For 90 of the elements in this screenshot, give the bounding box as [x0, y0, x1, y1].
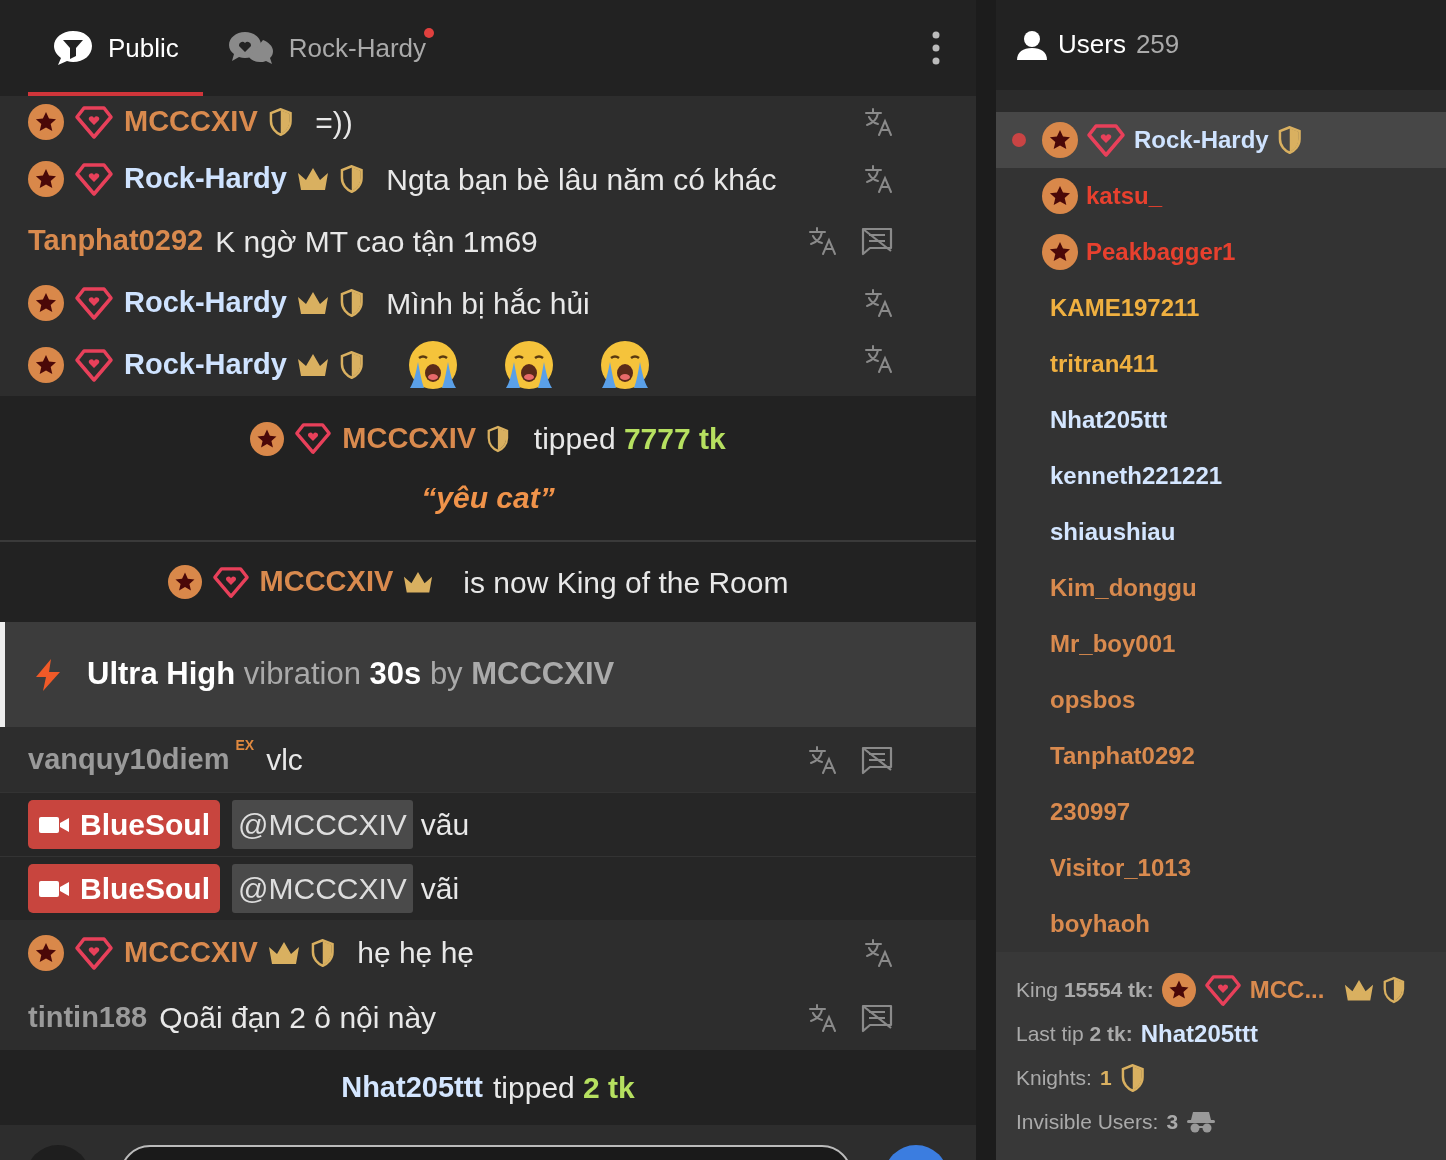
last-tip-label: Last tip 2 tk:: [1016, 1021, 1133, 1048]
tip-text: tipped 7777 tk: [533, 421, 726, 457]
user-list-item[interactable]: Peakbagger1: [996, 224, 1446, 280]
translate-icon[interactable]: [864, 164, 894, 194]
user-list-item[interactable]: katsu_: [996, 168, 1446, 224]
users-title: Users: [1058, 28, 1126, 62]
tip-note: “yêu cat”: [421, 480, 555, 516]
user-list-item[interactable]: tritran411: [996, 336, 1446, 392]
user-list-item[interactable]: opsbos: [996, 672, 1446, 728]
user-name[interactable]: MCCCXIV: [124, 100, 258, 144]
message-text: hẹ hẹ hẹ: [357, 935, 474, 971]
user-name[interactable]: shiaushiau: [1050, 514, 1176, 550]
user-name[interactable]: Peakbagger1: [1086, 234, 1236, 270]
user-name[interactable]: Tanphat0292: [28, 219, 204, 263]
knights-label: Knights:: [1016, 1065, 1092, 1092]
user-name[interactable]: Nhat205ttt: [341, 1065, 483, 1110]
user-name[interactable]: Rock-Hardy: [124, 157, 287, 201]
private-chat-icon: [226, 30, 275, 66]
user-name[interactable]: KAME197211: [1050, 290, 1200, 326]
shield-icon: [1119, 1063, 1146, 1093]
user-name[interactable]: vanquy10diem: [28, 737, 230, 782]
broadcaster-name[interactable]: BlueSoul: [28, 864, 220, 913]
vibration-text: Ultra High vibration 30s by MCCCXIV: [87, 655, 615, 694]
message-text: vãu: [420, 807, 470, 843]
users-count: 259: [1135, 28, 1180, 62]
user-name[interactable]: MCCCXIV: [259, 560, 394, 604]
user-name[interactable]: Mr_boy001: [1050, 626, 1176, 662]
user-name[interactable]: tritran411: [1050, 346, 1159, 382]
user-list-item[interactable]: Tanphat0292: [996, 728, 1446, 784]
invisible-users-count: 3: [1166, 1109, 1179, 1136]
mention-tag[interactable]: @MCCCXIV: [232, 800, 413, 849]
user-name[interactable]: Rock-Hardy: [124, 281, 287, 325]
translate-icon[interactable]: [808, 1002, 838, 1033]
user-list-item[interactable]: kenneth221221: [996, 448, 1446, 504]
message-text: Ngta bạn bè lâu năm có khác: [386, 161, 777, 198]
chat-tab[interactable]: Public: [28, 0, 203, 96]
user-name[interactable]: kenneth221221: [1050, 458, 1223, 494]
lightning-icon: [33, 657, 63, 692]
message-text: Qoãi đạn 2 ô nội này: [159, 1000, 437, 1036]
message-text: Mình bị hắc hủi: [386, 285, 590, 322]
user-list-item[interactable]: shiaushiau: [996, 504, 1446, 560]
user-name[interactable]: tintin188: [28, 995, 148, 1040]
translate-icon[interactable]: [864, 288, 894, 318]
user-name[interactable]: boyhaoh: [1050, 906, 1150, 942]
user-name[interactable]: Rock-Hardy: [1134, 122, 1269, 158]
tip-text: tipped 2 tk: [493, 1070, 635, 1106]
broadcaster-name[interactable]: BlueSoul: [28, 800, 220, 849]
hide-message-icon[interactable]: [860, 226, 894, 256]
user-name[interactable]: katsu_: [1086, 178, 1163, 214]
translate-icon[interactable]: [864, 937, 894, 968]
user-list-item[interactable]: Kim_donggu: [996, 560, 1446, 616]
incognito-icon: [1186, 1110, 1217, 1134]
user-name[interactable]: Nhat205ttt: [1050, 402, 1168, 438]
user-list-item[interactable]: Rock-Hardy: [996, 112, 1446, 168]
public-chat-icon: [52, 29, 94, 67]
translate-icon[interactable]: [808, 744, 838, 775]
mention-tag[interactable]: @MCCCXIV: [232, 864, 413, 913]
translate-icon[interactable]: [864, 107, 894, 137]
user-name[interactable]: MCCCXIV: [124, 930, 258, 975]
user-list-item[interactable]: Nhat205ttt: [996, 392, 1446, 448]
user-name[interactable]: MCCCXIV: [342, 416, 477, 461]
message-text: =)): [315, 104, 353, 141]
message-text: vlc: [266, 742, 303, 778]
king-label: King 15554 tk:: [1016, 977, 1154, 1004]
ex-tag: EX: [235, 735, 255, 756]
user-icon: [1016, 28, 1048, 61]
chat-tab[interactable]: Rock-Hardy: [202, 0, 451, 96]
message-text: vãi: [420, 871, 460, 907]
king-text: is now King of the Room: [463, 564, 789, 601]
user-name[interactable]: opsbos: [1050, 682, 1136, 718]
user-name[interactable]: Nhat205ttt: [1140, 1016, 1259, 1052]
user-list-item[interactable]: 230997: [996, 784, 1446, 840]
user-name[interactable]: Tanphat0292: [1050, 738, 1195, 774]
user-name[interactable]: Kim_donggu: [1050, 570, 1197, 606]
user-list-item[interactable]: Mr_boy001: [996, 616, 1446, 672]
user-name[interactable]: MCC...: [1249, 972, 1325, 1008]
user-name[interactable]: 230997: [1050, 794, 1131, 830]
message-text: K ngờ MT cao tận 1m69: [215, 223, 538, 260]
knights-count: 1: [1099, 1065, 1112, 1092]
translate-icon[interactable]: [808, 226, 838, 256]
user-list-item[interactable]: Visitor_1013: [996, 840, 1446, 896]
user-list-item[interactable]: KAME197211: [996, 280, 1446, 336]
translate-icon[interactable]: [864, 344, 894, 374]
more-menu-icon[interactable]: [932, 31, 940, 65]
user-list-item[interactable]: boyhaoh: [996, 896, 1446, 952]
hide-message-icon[interactable]: [860, 744, 894, 775]
hide-message-icon[interactable]: [860, 1002, 894, 1033]
user-name[interactable]: Visitor_1013: [1050, 850, 1191, 886]
invisible-users-label: Invisible Users:: [1016, 1109, 1159, 1136]
user-name[interactable]: Rock-Hardy: [124, 343, 287, 387]
